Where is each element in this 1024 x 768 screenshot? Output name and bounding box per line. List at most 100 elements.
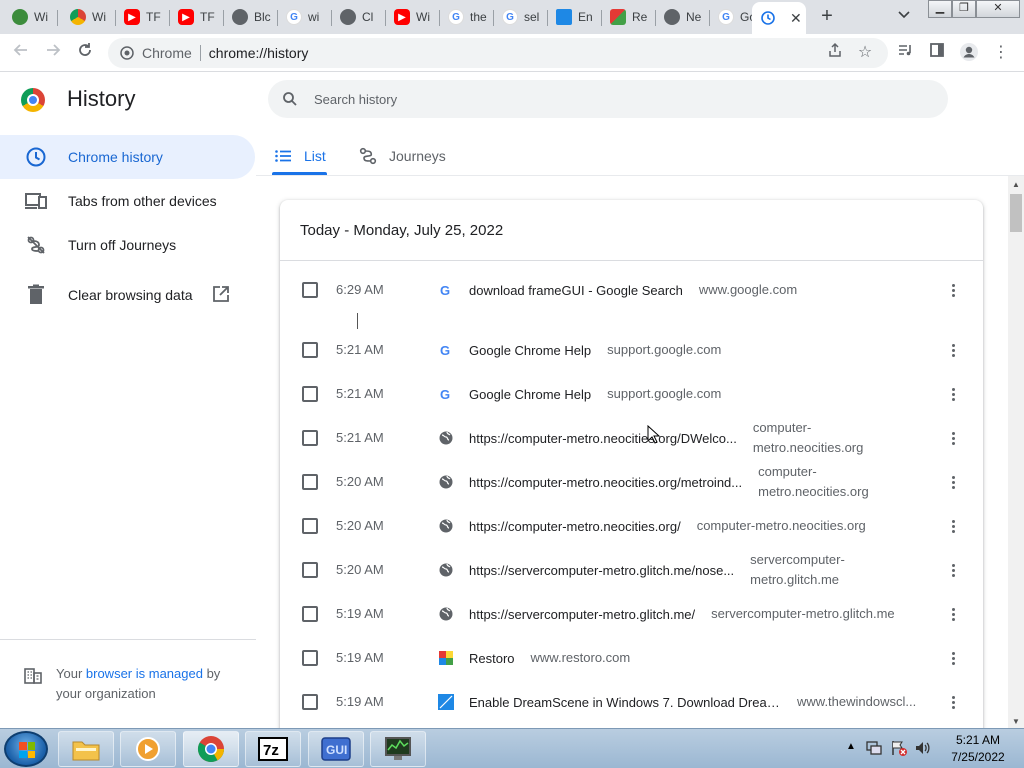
row-title-link[interactable]: Enable DreamScene in Windows 7. Download…	[469, 695, 781, 710]
row-title-link[interactable]: https://computer-metro.neocities.org/	[469, 519, 681, 534]
sidebar-item-turn-off-journeys[interactable]: Turn off Journeys	[0, 223, 255, 267]
media-control-icon[interactable]	[894, 42, 916, 64]
tab-label: TF	[200, 10, 215, 24]
row-more-button[interactable]	[948, 340, 958, 360]
maximize-button[interactable]: ❐	[952, 0, 976, 18]
row-checkbox[interactable]	[302, 562, 318, 578]
browser-tab[interactable]: G wi	[278, 2, 332, 32]
row-more-button[interactable]	[948, 648, 958, 668]
search-input[interactable]	[314, 89, 914, 109]
browser-tab[interactable]: ▶ TF	[170, 2, 224, 32]
scroll-down-arrow-icon[interactable]: ▼	[1012, 717, 1020, 726]
managed-link[interactable]: browser is managed	[86, 666, 203, 681]
volume-icon[interactable]	[914, 739, 932, 760]
browser-tab[interactable]: Cl	[332, 2, 386, 32]
row-more-button[interactable]	[948, 604, 958, 624]
history-row[interactable]: 5:19 AM Enable DreamScene in Windows 7. …	[280, 680, 983, 724]
row-more-button[interactable]	[948, 280, 958, 300]
browser-tab[interactable]: ▶ Wi	[386, 2, 440, 32]
close-tab-icon[interactable]: ✕	[790, 10, 802, 27]
browser-tab[interactable]: Re	[602, 2, 656, 32]
tab-journeys[interactable]: Journeys	[359, 138, 446, 174]
network-icon[interactable]	[866, 739, 882, 760]
row-checkbox[interactable]	[302, 518, 318, 534]
row-more-button[interactable]	[948, 692, 958, 712]
back-button[interactable]	[10, 42, 32, 64]
row-checkbox[interactable]	[302, 650, 318, 666]
page-scrollbar[interactable]: ▲ ▼	[1008, 176, 1024, 728]
browser-tab[interactable]: En	[548, 2, 602, 32]
profile-avatar[interactable]	[958, 42, 980, 64]
row-title-link[interactable]: https://servercomputer-metro.glitch.me/	[469, 607, 695, 622]
browser-tab[interactable]: Wi	[62, 2, 116, 32]
address-bar[interactable]: Chrome chrome://history ☆	[108, 38, 888, 68]
show-hidden-icons-arrow-icon[interactable]: ▲	[846, 741, 856, 752]
history-row[interactable]: 5:19 AM https://servercomputer-metro.gli…	[280, 592, 983, 636]
action-center-flag-icon[interactable]	[890, 739, 908, 760]
history-row[interactable]: 5:20 AM https://computer-metro.neocities…	[280, 504, 983, 548]
row-title-link[interactable]: download frameGUI - Google Search	[469, 283, 683, 298]
browser-tab[interactable]: Ne	[656, 2, 710, 32]
search-bar[interactable]	[268, 80, 948, 118]
taskbar-framegui[interactable]: GUI	[308, 731, 364, 767]
taskbar-7zip[interactable]: 7z	[245, 731, 301, 767]
svg-text:7z: 7z	[263, 742, 279, 759]
tab-search-button[interactable]	[894, 6, 914, 26]
row-more-button[interactable]	[948, 472, 958, 492]
taskbar-explorer[interactable]	[58, 731, 114, 767]
browser-tab[interactable]: G sel	[494, 2, 548, 32]
browser-tab[interactable]: ▶ TF	[116, 2, 170, 32]
row-title-link[interactable]: Restoro	[469, 651, 515, 666]
sidebar-item-chrome-history[interactable]: Chrome history	[0, 135, 255, 179]
taskbar-chrome[interactable]	[183, 731, 239, 767]
browser-tab[interactable]: G Go	[710, 2, 754, 32]
row-title-link[interactable]: https://computer-metro.neocities.org/met…	[469, 475, 742, 490]
row-title-link[interactable]: Google Chrome Help	[469, 343, 591, 358]
start-button[interactable]	[4, 731, 48, 767]
reload-button[interactable]	[74, 42, 96, 64]
row-checkbox[interactable]	[302, 282, 318, 298]
taskbar-media-player[interactable]	[120, 731, 176, 767]
browser-tab-active[interactable]: ✕	[752, 2, 806, 34]
chrome-menu-button[interactable]: ⋮	[990, 42, 1012, 64]
clock-date[interactable]: 7/25/2022	[940, 750, 1016, 764]
forward-button[interactable]	[42, 42, 64, 64]
scroll-thumb[interactable]	[1010, 194, 1022, 232]
sidebar-item-tabs-other-devices[interactable]: Tabs from other devices	[0, 179, 255, 223]
row-more-button[interactable]	[948, 560, 958, 580]
row-more-button[interactable]	[948, 384, 958, 404]
history-row[interactable]: 5:19 AM Restoro www.restoro.com	[280, 636, 983, 680]
row-more-button[interactable]	[948, 516, 958, 536]
history-row[interactable]: 5:21 AM https://computer-metro.neocities…	[280, 416, 983, 460]
scroll-up-arrow-icon[interactable]: ▲	[1012, 180, 1020, 189]
history-row[interactable]: 5:20 AM https://servercomputer-metro.gli…	[280, 548, 983, 592]
share-icon[interactable]	[824, 42, 846, 64]
row-checkbox[interactable]	[302, 694, 318, 710]
sidebar-item-clear-browsing-data[interactable]: Clear browsing data	[0, 273, 255, 317]
clock-time[interactable]: 5:21 AM	[940, 733, 1016, 747]
row-title-link[interactable]: https://servercomputer-metro.glitch.me/n…	[469, 563, 734, 578]
side-panel-icon[interactable]	[926, 42, 948, 64]
close-window-button[interactable]: ✕	[976, 0, 1020, 18]
row-title-link[interactable]: https://computer-metro.neocities.org/DWe…	[469, 431, 737, 446]
browser-tab[interactable]: Wi	[4, 2, 58, 32]
row-checkbox[interactable]	[302, 606, 318, 622]
row-checkbox[interactable]	[302, 430, 318, 446]
browser-tab[interactable]: G the	[440, 2, 494, 32]
bookmark-star-icon[interactable]: ☆	[854, 42, 876, 64]
row-checkbox[interactable]	[302, 474, 318, 490]
history-row[interactable]: 6:29 AM G download frameGUI - Google Sea…	[280, 268, 983, 312]
row-title-link[interactable]: Google Chrome Help	[469, 387, 591, 402]
browser-tab[interactable]: Blc	[224, 2, 278, 32]
tab-list[interactable]: List	[274, 138, 326, 174]
row-checkbox[interactable]	[302, 386, 318, 402]
row-more-button[interactable]	[948, 428, 958, 448]
minimize-button[interactable]: ▁	[928, 0, 952, 18]
history-row[interactable]: 5:21 AM G Google Chrome Help support.goog…	[280, 372, 983, 416]
history-row[interactable]: 5:21 AM G Google Chrome Help support.goog…	[280, 328, 983, 372]
new-tab-button[interactable]: +	[816, 5, 838, 27]
taskbar-task-manager[interactable]	[370, 731, 426, 767]
row-checkbox[interactable]	[302, 342, 318, 358]
history-row[interactable]: 5:20 AM https://computer-metro.neocities…	[280, 460, 983, 504]
address-url[interactable]: chrome://history	[209, 45, 309, 61]
